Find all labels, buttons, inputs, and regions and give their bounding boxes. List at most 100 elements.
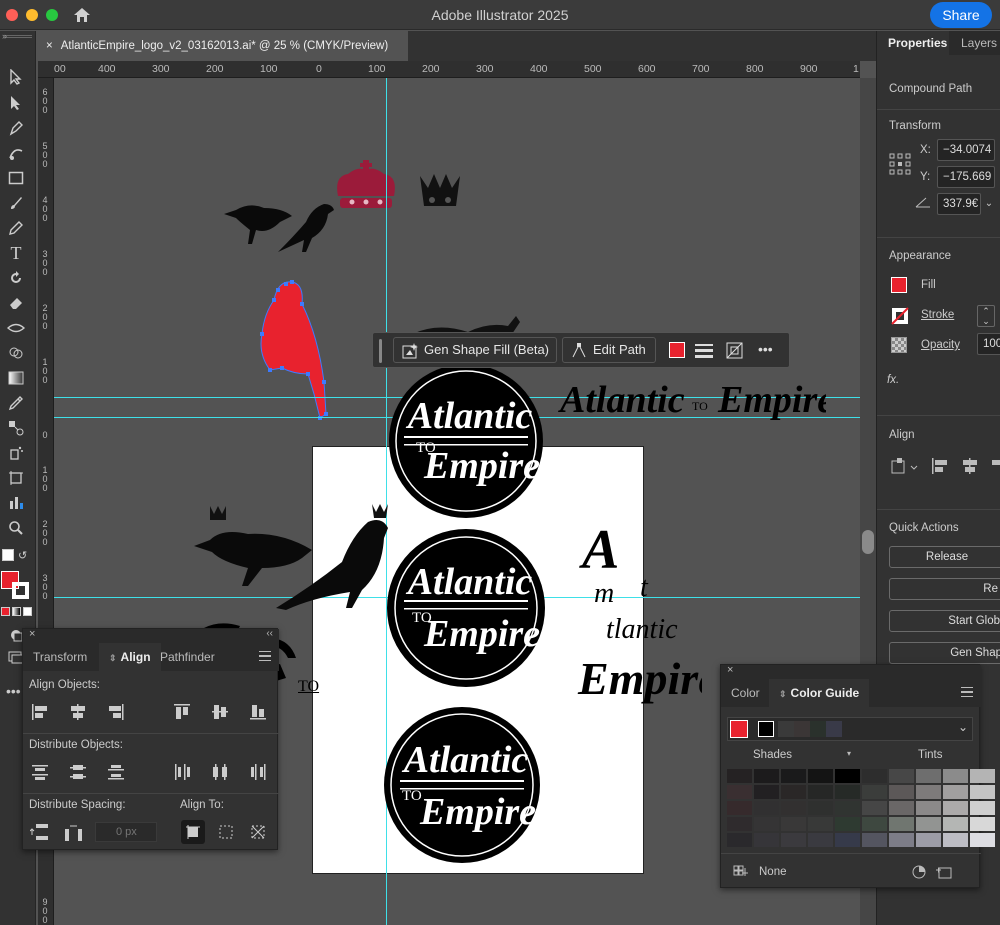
- color-variation-swatch[interactable]: [862, 785, 887, 799]
- color-variation-swatch[interactable]: [754, 833, 779, 847]
- color-variation-swatch[interactable]: [808, 817, 833, 831]
- edit-colors-icon[interactable]: [911, 864, 927, 880]
- align-left-edges-icon[interactable]: [29, 701, 51, 723]
- color-variation-swatch[interactable]: [754, 817, 779, 831]
- align-right-edges-icon[interactable]: [105, 701, 127, 723]
- color-variation-swatch[interactable]: [970, 769, 995, 783]
- document-tab[interactable]: × AtlanticEmpire_logo_v2_03162013.ai* @ 2…: [38, 31, 408, 61]
- distribute-left-icon[interactable]: [171, 761, 193, 783]
- color-variation-swatch[interactable]: [781, 817, 806, 831]
- distribute-right-icon[interactable]: [247, 761, 269, 783]
- shades-dropdown-icon[interactable]: ▾: [847, 749, 851, 758]
- column-graph-icon[interactable]: [4, 492, 28, 514]
- type-icon[interactable]: T: [4, 242, 28, 264]
- close-tab-icon[interactable]: ×: [46, 40, 53, 52]
- align-horizontal-centers-icon[interactable]: [67, 701, 89, 723]
- color-variation-swatch[interactable]: [862, 833, 887, 847]
- fill-swatch-small[interactable]: [891, 277, 907, 293]
- direct-selection-icon[interactable]: [4, 92, 28, 114]
- more-tools-icon[interactable]: •••: [6, 683, 21, 699]
- color-variation-swatch[interactable]: [781, 769, 806, 783]
- align-to-key-object-icon[interactable]: [181, 820, 205, 844]
- circle-logo-2[interactable]: Atlantic TO Empire: [386, 528, 546, 688]
- color-variation-swatch[interactable]: [970, 817, 995, 831]
- stray-to-text[interactable]: TO: [298, 678, 319, 696]
- contextual-bar-grip[interactable]: [379, 339, 382, 363]
- color-variation-swatch[interactable]: [889, 801, 914, 815]
- color-variation-swatch[interactable]: [754, 785, 779, 799]
- color-variation-swatch[interactable]: [754, 801, 779, 815]
- harmony-swatch[interactable]: [810, 721, 826, 737]
- gen-shape-fill-quick-button[interactable]: Gen Shap: [889, 642, 1000, 664]
- pen-icon[interactable]: [4, 117, 28, 139]
- align-bottom-edges-icon[interactable]: [247, 701, 269, 723]
- gradient-icon[interactable]: [4, 367, 28, 389]
- harmony-swatch[interactable]: [826, 721, 842, 737]
- color-variation-swatch[interactable]: [889, 769, 914, 783]
- align-to-selection-grid-icon[interactable]: [215, 821, 237, 843]
- color-mode-buttons[interactable]: [1, 607, 33, 617]
- color-variation-swatch[interactable]: [916, 801, 941, 815]
- vertical-wordmark-artwork[interactable]: A m t tlantic Empire: [572, 514, 702, 714]
- crows-silhouette-artwork[interactable]: [222, 196, 338, 258]
- color-variation-swatch[interactable]: [835, 801, 860, 815]
- stroke-weight-icon[interactable]: [695, 342, 713, 358]
- opacity-label[interactable]: Opacity: [921, 339, 960, 351]
- color-variation-swatch[interactable]: [970, 833, 995, 847]
- close-panel-icon[interactable]: ×: [727, 664, 733, 676]
- fill-color-swatch[interactable]: [669, 342, 685, 358]
- fx-icon[interactable]: fx.: [887, 374, 899, 386]
- color-variation-swatch[interactable]: [727, 833, 752, 847]
- blend-icon[interactable]: [4, 417, 28, 439]
- swatches-library-icon[interactable]: [733, 865, 749, 879]
- align-top-edges-icon[interactable]: [171, 701, 193, 723]
- color-variation-swatch[interactable]: [916, 833, 941, 847]
- align-horizontal-center-icon[interactable]: [961, 457, 979, 475]
- distribute-horizontal-center-icon[interactable]: [209, 761, 231, 783]
- color-variation-swatch[interactable]: [781, 833, 806, 847]
- color-variation-swatch[interactable]: [808, 769, 833, 783]
- align-to-selection-icon[interactable]: [891, 457, 919, 475]
- panel-header[interactable]: ×: [721, 664, 981, 679]
- align-vertical-centers-icon[interactable]: [209, 701, 231, 723]
- vertical-distribute-space-icon[interactable]: [29, 821, 51, 843]
- symbol-sprayer-icon[interactable]: [4, 442, 28, 464]
- gen-shape-fill-button[interactable]: Gen Shape Fill (Beta): [393, 337, 557, 363]
- red-crown-artwork[interactable]: [332, 158, 400, 220]
- horizontal-distribute-space-icon[interactable]: [63, 821, 85, 843]
- edit-path-button[interactable]: Edit Path: [562, 337, 656, 363]
- harmony-rules-bar[interactable]: ⌄: [727, 717, 973, 741]
- rotate-angle-field[interactable]: 337.9€: [937, 193, 981, 215]
- tab-pathfinder[interactable]: Pathfinder: [150, 643, 225, 671]
- circle-logo-3[interactable]: Atlantic TO Empire: [382, 706, 542, 864]
- collapse-panel-icon[interactable]: ‹‹: [266, 628, 273, 639]
- distribute-vertical-center-icon[interactable]: [67, 761, 89, 783]
- spacing-value-input[interactable]: [95, 822, 157, 842]
- harmony-swatch[interactable]: [778, 721, 794, 737]
- color-variation-swatch[interactable]: [835, 817, 860, 831]
- color-variation-swatch[interactable]: [781, 785, 806, 799]
- color-variation-swatch[interactable]: [862, 801, 887, 815]
- default-fill-stroke-icon[interactable]: [2, 549, 14, 561]
- zoom-icon[interactable]: [4, 517, 28, 539]
- color-variation-swatch[interactable]: [943, 769, 968, 783]
- release-button[interactable]: Release: [889, 546, 1000, 568]
- color-variation-swatch[interactable]: [727, 769, 752, 783]
- share-button[interactable]: Share: [930, 2, 992, 28]
- color-variation-swatch[interactable]: [943, 801, 968, 815]
- stroke-none-swatch[interactable]: [891, 307, 909, 325]
- color-variation-swatch[interactable]: [727, 785, 752, 799]
- re-button[interactable]: Re: [889, 578, 1000, 600]
- harmony-swatch[interactable]: [758, 721, 774, 737]
- horizontal-ruler[interactable]: 00 400 300 200 100 0 100 200 300 400 500…: [38, 61, 860, 78]
- save-colors-icon[interactable]: [935, 864, 955, 880]
- selection-icon[interactable]: [4, 66, 28, 88]
- panel-header[interactable]: × ‹‹: [23, 628, 279, 643]
- tab-color-guide[interactable]: ⇕ Color Guide: [769, 679, 870, 707]
- color-variation-swatch[interactable]: [835, 769, 860, 783]
- horizontal-wordmark-artwork[interactable]: Atlantic TO Empire: [556, 368, 826, 448]
- color-variation-swatch[interactable]: [781, 801, 806, 815]
- panel-menu-icon[interactable]: [259, 651, 271, 661]
- color-variation-swatch[interactable]: [754, 769, 779, 783]
- tab-transform[interactable]: Transform: [23, 643, 97, 671]
